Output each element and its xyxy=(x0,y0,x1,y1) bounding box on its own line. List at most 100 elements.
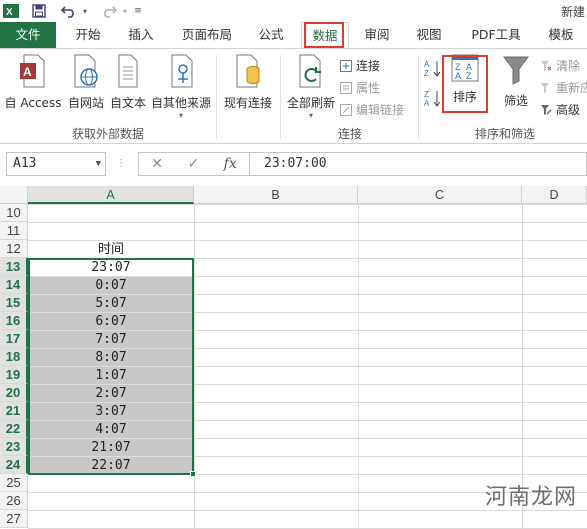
row-header[interactable]: 12 xyxy=(0,240,28,258)
tab-review[interactable]: 审阅 xyxy=(354,22,400,48)
name-box-dropdown-icon[interactable]: ▼ xyxy=(96,153,101,175)
formula-input[interactable]: 23:07:00 xyxy=(250,152,587,176)
connections-button[interactable]: 连接 xyxy=(340,57,380,74)
tab-page-layout[interactable]: 页面布局 xyxy=(170,22,244,48)
name-box[interactable]: A13 ▼ xyxy=(6,152,106,176)
cancel-icon[interactable]: ✕ xyxy=(151,156,163,172)
refresh-all-button[interactable]: 全部刷新 ▾ xyxy=(284,53,338,120)
tab-data[interactable]: 数据 xyxy=(301,22,349,49)
fill-handle[interactable] xyxy=(190,471,196,477)
spreadsheet-grid: A B C D 10 11 12 13 14 15 16 17 18 19 20… xyxy=(0,186,587,529)
title-bar: X ▾ ▾ ≡ 新建 xyxy=(0,0,587,22)
cell-time[interactable]: 4:07 xyxy=(29,421,193,438)
cell-time[interactable]: 0:07 xyxy=(29,277,193,294)
cell-time[interactable]: 5:07 xyxy=(29,295,193,312)
cell-time[interactable]: 7:07 xyxy=(29,331,193,348)
cell-header-time[interactable]: 时间 xyxy=(29,241,193,258)
formula-bar: A13 ▼ ⋮ ✕ ✓ fx 23:07:00 xyxy=(0,144,587,186)
existing-connections-label: 现有连接 xyxy=(223,96,272,110)
sort-az-icon: AZ xyxy=(424,60,441,78)
row-header[interactable]: 10 xyxy=(0,204,28,222)
cell-time[interactable]: 8:07 xyxy=(29,349,193,366)
tab-pdf-tools[interactable]: PDF工具 xyxy=(460,22,532,48)
sort-dialog-icon: Z AA Z xyxy=(451,54,479,82)
properties-button[interactable]: 属性 xyxy=(340,79,380,96)
connection-link-icon xyxy=(340,59,352,72)
cell-time[interactable]: 2:07 xyxy=(29,385,193,402)
row-header[interactable]: 26 xyxy=(0,492,28,510)
row-header[interactable]: 16 xyxy=(0,312,28,330)
enter-icon[interactable]: ✓ xyxy=(187,156,199,172)
row-header[interactable]: 11 xyxy=(0,222,28,240)
filter-button[interactable]: 筛选 xyxy=(496,53,536,109)
row-header[interactable]: 15 xyxy=(0,294,28,312)
cell-time[interactable]: 1:07 xyxy=(29,367,193,384)
cell-active[interactable]: 23:07 xyxy=(29,259,193,276)
undo-dropdown-icon[interactable]: ▾ xyxy=(80,0,90,22)
row-header[interactable]: 21 xyxy=(0,402,28,420)
separator xyxy=(216,55,217,139)
row-header[interactable]: 27 xyxy=(0,510,28,528)
advanced-filter-button[interactable]: 高级 xyxy=(540,101,580,118)
row-header[interactable]: 20 xyxy=(0,384,28,402)
sort-za-icon: ZA xyxy=(424,90,441,108)
sort-button[interactable]: ZAAZ 排序 xyxy=(446,53,484,105)
cell-time[interactable]: 21:07 xyxy=(29,439,193,456)
row-header[interactable]: 25 xyxy=(0,474,28,492)
cell-time[interactable]: 3:07 xyxy=(29,403,193,420)
tab-formulas[interactable]: 公式 xyxy=(248,22,294,48)
reapply-label: 重新应 xyxy=(556,81,587,95)
redo-dropdown-icon[interactable]: ▾ xyxy=(120,0,130,22)
cell-time[interactable]: 22:07 xyxy=(29,457,193,474)
reapply-button[interactable]: 重新应 xyxy=(540,79,587,96)
row-header[interactable]: 24 xyxy=(0,456,28,474)
from-access-button[interactable]: A 自 Access xyxy=(2,53,64,111)
tab-view[interactable]: 视图 xyxy=(406,22,452,48)
tab-insert[interactable]: 插入 xyxy=(116,22,166,48)
sort-ascending-button[interactable]: AZ xyxy=(424,59,442,82)
formula-buttons: ✕ ✓ fx xyxy=(138,152,250,176)
other-sources-dropdown-icon: ▾ xyxy=(178,111,183,120)
reapply-icon xyxy=(540,82,552,94)
connections-label: 连接 xyxy=(356,59,381,73)
formula-bar-grip-icon: ⋮ xyxy=(116,158,126,169)
row-header[interactable]: 18 xyxy=(0,348,28,366)
insert-function-icon[interactable]: fx xyxy=(224,156,237,172)
sort-label: 排序 xyxy=(452,90,477,104)
row-header[interactable]: 13 xyxy=(0,258,28,276)
tab-file[interactable]: 文件 xyxy=(0,22,56,48)
tab-home[interactable]: 开始 xyxy=(62,22,114,48)
existing-connections-button[interactable]: 现有连接 xyxy=(220,53,276,111)
refresh-icon xyxy=(299,54,321,88)
row-header[interactable]: 22 xyxy=(0,420,28,438)
sort-descending-button[interactable]: ZA xyxy=(424,89,442,112)
from-text-button[interactable]: 自文本 xyxy=(108,53,148,111)
row-header[interactable]: 14 xyxy=(0,276,28,294)
from-web-button[interactable]: 自网站 xyxy=(64,53,108,111)
select-all-corner[interactable] xyxy=(0,186,28,204)
edit-links-icon xyxy=(340,103,352,116)
edit-links-button[interactable]: 编辑链接 xyxy=(340,101,404,118)
filter-funnel-icon xyxy=(503,56,529,85)
row-header[interactable]: 19 xyxy=(0,366,28,384)
column-header-b[interactable]: B xyxy=(194,186,358,204)
column-header-d[interactable]: D xyxy=(522,186,587,204)
undo-icon[interactable] xyxy=(58,0,80,22)
tab-templates[interactable]: 模板 xyxy=(538,22,584,48)
customize-qat-icon[interactable]: ≡ xyxy=(130,0,146,22)
column-header-a[interactable]: A xyxy=(28,186,194,204)
edit-links-label: 编辑链接 xyxy=(356,103,405,117)
svg-text:Z: Z xyxy=(424,69,429,78)
column-header-c[interactable]: C xyxy=(358,186,522,204)
clear-filter-button[interactable]: 清除 xyxy=(540,57,580,74)
from-access-label: 自 Access xyxy=(4,96,62,110)
row-header[interactable]: 23 xyxy=(0,438,28,456)
save-icon[interactable] xyxy=(28,0,50,22)
cell-time[interactable]: 6:07 xyxy=(29,313,193,330)
other-sources-icon xyxy=(171,54,193,88)
name-box-value: A13 xyxy=(13,156,37,171)
svg-text:A: A xyxy=(23,65,32,79)
redo-icon[interactable] xyxy=(98,0,120,22)
row-header[interactable]: 17 xyxy=(0,330,28,348)
from-other-sources-button[interactable]: 自其他来源 ▾ xyxy=(150,53,212,120)
